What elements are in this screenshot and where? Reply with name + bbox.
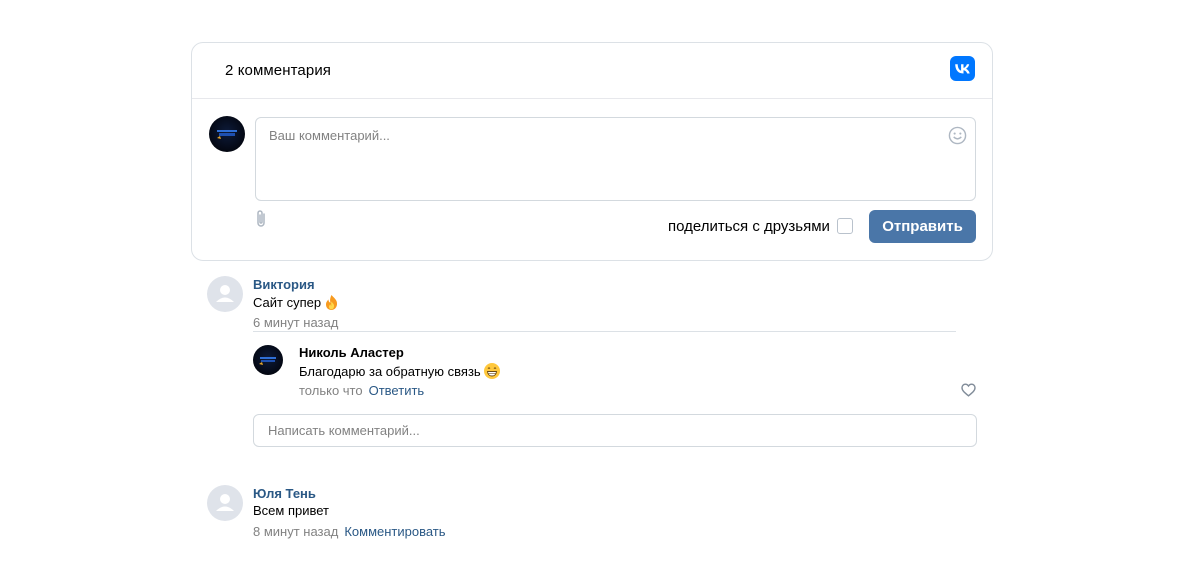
vk-logo-icon[interactable]	[950, 56, 975, 81]
comment-author-avatar[interactable]	[207, 276, 243, 312]
send-button[interactable]: Отправить	[869, 210, 976, 243]
reply-text: Благодарю за обратную связь	[299, 362, 501, 383]
reply-input-placeholder: Написать комментарий...	[268, 423, 420, 438]
comment-input[interactable]: Ваш комментарий...	[255, 117, 976, 201]
reply-author-avatar[interactable]	[253, 345, 283, 375]
comments-widget: 2 комментария Ваш комментарий... поделит…	[191, 42, 993, 261]
comment-author-name[interactable]: Юля Тень	[253, 486, 316, 501]
share-with-friends-label: поделиться с друзьями	[668, 218, 830, 235]
reply-time: только что	[299, 383, 363, 398]
reply-button[interactable]: Ответить	[369, 383, 425, 398]
reply-meta: только что Ответить	[299, 383, 424, 398]
comment-body: Сайт супер	[253, 295, 322, 310]
comment-text: Сайт супер	[253, 294, 340, 314]
widget-header: 2 комментария	[192, 43, 992, 99]
comment-time: 6 минут назад	[253, 315, 339, 330]
replies-divider	[253, 331, 956, 332]
paperclip-icon[interactable]	[254, 209, 268, 229]
comment-author-name[interactable]: Виктория	[253, 277, 315, 292]
comment-text: Всем привет	[253, 503, 329, 518]
reply-input[interactable]: Написать комментарий...	[253, 414, 977, 447]
heart-icon[interactable]	[961, 383, 976, 397]
comment-reply-button[interactable]: Комментировать	[344, 524, 445, 539]
smile-icon[interactable]	[948, 126, 967, 145]
fire-emoji-icon	[323, 294, 340, 314]
comment-meta: 8 минут назад Комментировать	[253, 524, 446, 539]
comment-count: 2 комментария	[225, 62, 332, 79]
current-user-avatar	[209, 116, 245, 152]
comment-author-avatar[interactable]	[207, 485, 243, 521]
grinning-emoji-icon	[483, 362, 501, 383]
share-with-friends-checkbox[interactable]	[837, 218, 853, 234]
comment-input-placeholder: Ваш комментарий...	[269, 128, 390, 143]
reply-body: Благодарю за обратную связь	[299, 364, 481, 379]
comment-time: 8 минут назад	[253, 524, 339, 539]
reply-author-name[interactable]: Николь Аластер	[299, 345, 404, 360]
